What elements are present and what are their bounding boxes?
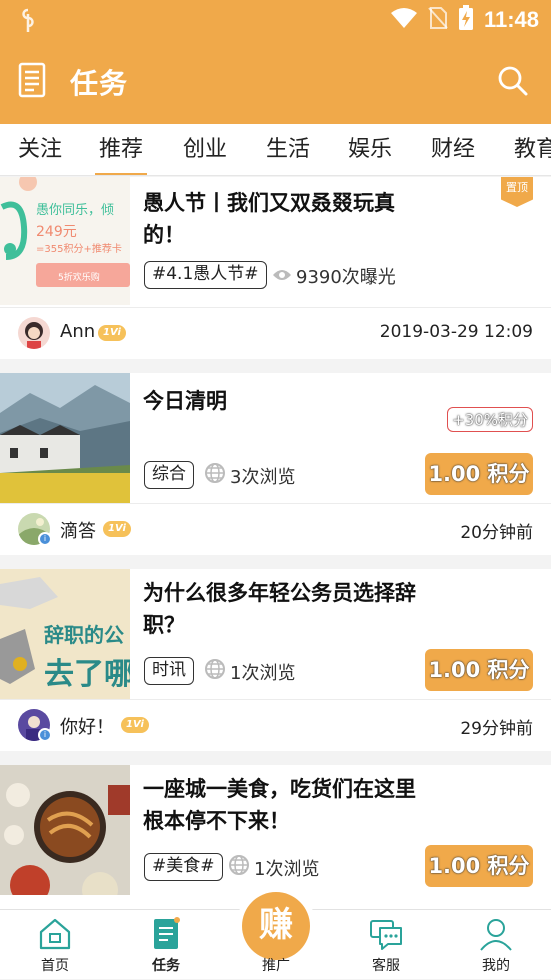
points-button[interactable]: 1.00 积分	[425, 649, 533, 691]
bonus-points-badge: +30%积分	[447, 407, 533, 432]
author-name[interactable]: 你好！	[60, 713, 114, 739]
card-title[interactable]: 今日清明	[143, 385, 433, 417]
search-icon[interactable]	[497, 65, 529, 101]
nav-promote[interactable]: 推广	[236, 910, 316, 980]
document-icon[interactable]	[18, 62, 48, 102]
points-button[interactable]: 1.00 积分	[425, 453, 533, 495]
page-title: 任务	[70, 67, 129, 100]
card-tag[interactable]: 时讯	[144, 657, 194, 685]
author-name[interactable]: 滴答	[60, 517, 96, 543]
level-badge: 1Vi	[103, 521, 131, 537]
card-views: 3次浏览	[204, 462, 295, 489]
card-tag[interactable]: #4.1愚人节#	[144, 261, 267, 289]
globe-icon	[204, 658, 226, 685]
verified-icon: i	[38, 532, 52, 546]
level-badge: 1Vi	[98, 325, 126, 341]
card-thumbnail: 辞职的公 去了哪	[0, 569, 130, 699]
post-time: 20分钟前	[460, 523, 533, 543]
user-icon	[478, 916, 514, 956]
tab-entertainment[interactable]: 娱乐	[348, 124, 392, 175]
category-tabs: 关注 推荐 创业 生活 娱乐 财经 教育	[0, 124, 551, 176]
battery-charging-icon	[458, 5, 474, 35]
tab-life[interactable]: 生活	[266, 124, 310, 175]
card-tag[interactable]: #美食#	[144, 853, 223, 881]
nav-service[interactable]: 客服	[346, 910, 426, 980]
card-views: 1次浏览	[228, 854, 319, 881]
status-time: 11:48	[483, 7, 539, 32]
bottom-navigation: 首页 任务 赚 推广 客服 我的	[0, 886, 551, 980]
tasks-icon	[148, 916, 184, 956]
no-sim-icon	[428, 6, 448, 34]
level-badge: 1Vi	[121, 717, 149, 733]
status-bar: 11:48	[0, 0, 551, 40]
nav-home[interactable]: 首页	[15, 910, 95, 980]
app-header: 任务	[0, 40, 551, 124]
card-title[interactable]: 愚人节丨我们又双叒叕玩真的！	[143, 187, 433, 251]
active-tab-indicator	[95, 173, 148, 175]
nav-mine[interactable]: 我的	[456, 910, 536, 980]
card-thumbnail: 愚你同乐，倾 249元 =355积分+推荐卡 5折欢乐购	[0, 177, 130, 305]
tab-follow[interactable]: 关注	[18, 124, 62, 175]
task-card[interactable]: 愚你同乐，倾 249元 =355积分+推荐卡 5折欢乐购 置顶 愚人节丨我们又双…	[0, 177, 551, 359]
card-divider	[0, 503, 551, 504]
card-footer: Ann 1Vi 2019-03-29 12:09	[0, 310, 551, 356]
tab-education[interactable]: 教育	[514, 124, 551, 175]
author-name[interactable]: Ann	[60, 321, 95, 342]
task-card[interactable]: 今日清明 +30%积分 综合 3次浏览 1.00 积分 i 滴答 1Vi 20分…	[0, 373, 551, 555]
nav-tasks[interactable]: 任务	[126, 910, 206, 980]
chat-icon	[368, 916, 404, 956]
card-divider	[0, 307, 551, 308]
task-feed[interactable]: 愚你同乐，倾 249元 =355积分+推荐卡 5折欢乐购 置顶 愚人节丨我们又双…	[0, 177, 551, 909]
card-footer: i 滴答 1Vi 20分钟前	[0, 506, 551, 552]
card-thumbnail	[0, 765, 130, 895]
avatar[interactable]	[18, 317, 50, 349]
post-time: 2019-03-29 12:09	[379, 322, 533, 342]
card-views: 1次浏览	[204, 658, 295, 685]
card-views: 9390次曝光	[272, 263, 396, 289]
card-tag[interactable]: 综合	[144, 461, 194, 489]
wifi-icon	[390, 7, 418, 33]
verified-icon: i	[38, 728, 52, 742]
post-time: 29分钟前	[460, 719, 533, 739]
card-title[interactable]: 一座城一美食，吃货们在这里根本停不下来！	[143, 773, 433, 837]
card-title[interactable]: 为什么很多年轻公务员选择辞职？	[143, 577, 433, 641]
notification-icon	[18, 8, 38, 38]
card-divider	[0, 699, 551, 700]
points-button[interactable]: 1.00 积分	[425, 845, 533, 887]
tab-recommended[interactable]: 推荐	[95, 124, 148, 175]
tab-startup[interactable]: 创业	[183, 124, 227, 175]
tab-finance[interactable]: 财经	[431, 124, 475, 175]
card-thumbnail	[0, 373, 130, 503]
globe-icon	[228, 854, 250, 881]
pinned-badge: 置顶	[501, 177, 533, 207]
home-icon	[37, 916, 73, 956]
task-card[interactable]: 辞职的公 去了哪 为什么很多年轻公务员选择辞职？ 时讯 1次浏览 1.00 积分…	[0, 569, 551, 751]
eye-icon	[272, 266, 292, 287]
card-footer: i 你好！ 1Vi 29分钟前	[0, 702, 551, 748]
globe-icon	[204, 462, 226, 489]
